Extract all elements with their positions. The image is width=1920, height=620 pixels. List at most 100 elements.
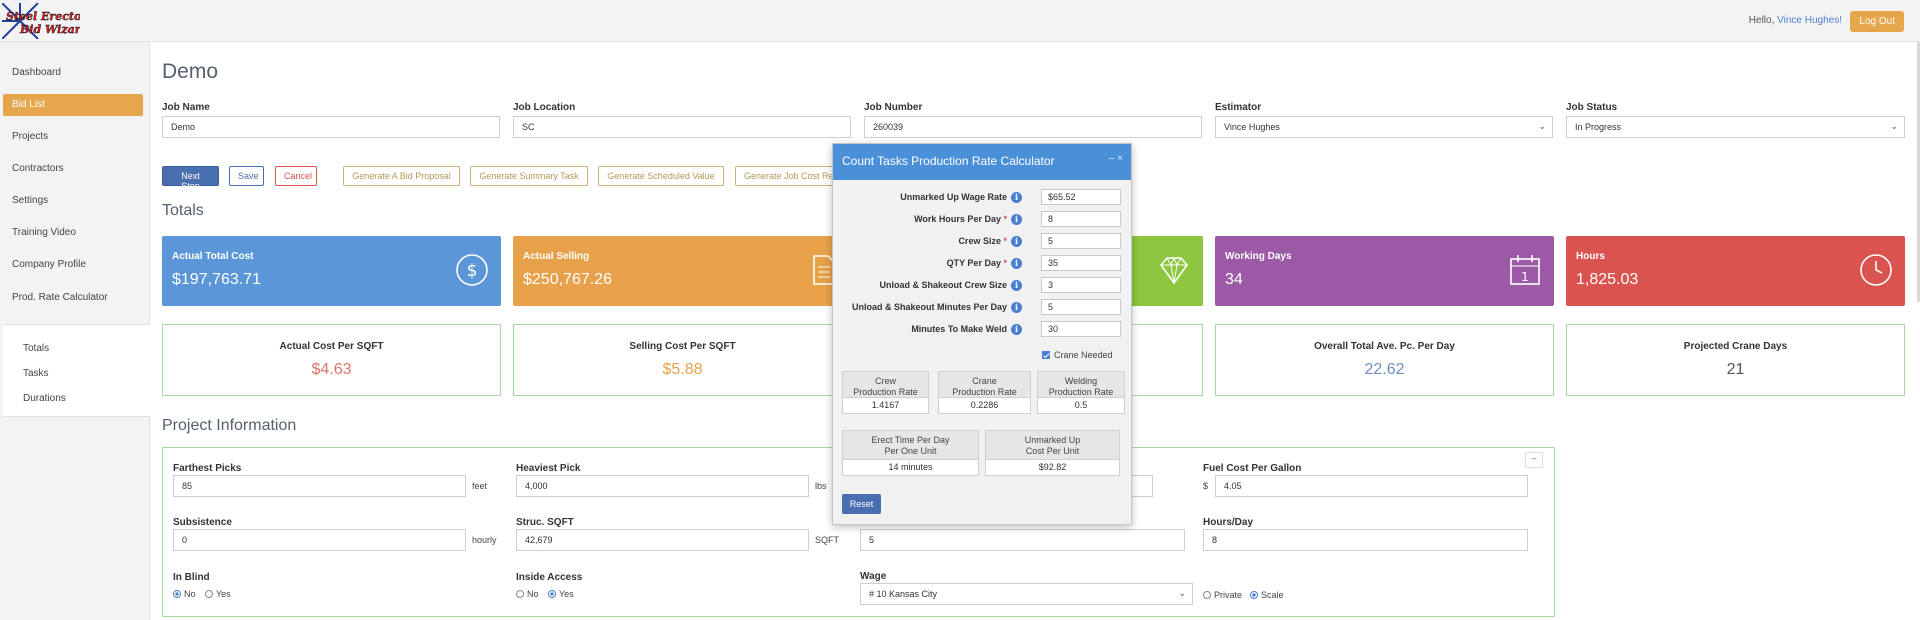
info-icon[interactable]: i xyxy=(1011,236,1022,247)
generate-job-cost-report-button[interactable]: Generate Job Cost Re xyxy=(735,166,845,186)
farthest-picks-label: Farthest Picks xyxy=(173,463,242,474)
wage-rate-input[interactable]: $65.52 xyxy=(1041,189,1121,205)
sidebar-item-training-video[interactable]: Training Video xyxy=(3,222,143,244)
subnav-item-tasks[interactable]: Tasks xyxy=(23,368,49,379)
subsistence-input[interactable]: 0 xyxy=(173,529,466,551)
stat-actual-cost-per-sqft: Actual Cost Per SQFT $4.63 xyxy=(162,324,501,396)
struc-sqft-input[interactable]: 42,679 xyxy=(516,529,809,551)
radio-dot xyxy=(1203,591,1211,599)
stat-title: Actual Cost Per SQFT xyxy=(279,341,384,352)
stat-overall-ave-pc-per-day: Overall Total Ave. Pc. Per Day 22.62 xyxy=(1215,324,1554,396)
sidebar-item-contractors[interactable]: Contractors xyxy=(3,158,143,180)
svg-text:$: $ xyxy=(467,261,478,281)
job-number-input[interactable]: 260039 xyxy=(864,116,1202,138)
subnav-item-totals[interactable]: Totals xyxy=(23,343,49,354)
project-information-heading: Project Information xyxy=(162,417,297,434)
subsistence-unit: hourly xyxy=(472,535,497,545)
heaviest-pick-input[interactable]: 4,000 xyxy=(516,475,809,497)
result-title-line1: Erect Time Per Day xyxy=(871,435,950,445)
in-blind-yes-radio[interactable]: Yes xyxy=(205,589,231,599)
company-logo[interactable]: Steel Erectors Bid Wizard xyxy=(1,2,94,40)
reset-button[interactable]: Reset xyxy=(842,494,881,514)
wage-value: # 10 Kansas City xyxy=(869,589,938,599)
calc-row-unload-crew: Unload & Shakeout Crew Size i 3 xyxy=(833,277,1131,297)
calc-row-qty-per-day: QTY Per Day * i 35 xyxy=(833,255,1131,275)
sidebar-item-settings[interactable]: Settings xyxy=(3,190,143,212)
radio-label: No xyxy=(527,589,539,599)
card-title: Working Days xyxy=(1225,251,1292,262)
sidebar-item-projects[interactable]: Projects xyxy=(3,126,143,148)
generate-scheduled-value-button[interactable]: Generate Scheduled Value xyxy=(598,166,724,186)
estimator-select[interactable]: Vince Hughes ⌄ xyxy=(1215,116,1553,138)
info-icon[interactable]: i xyxy=(1011,258,1022,269)
required-marker: * xyxy=(1003,236,1007,246)
job-location-label: Job Location xyxy=(513,102,576,113)
logout-button[interactable]: Log Out xyxy=(1850,11,1904,32)
radio-label: Yes xyxy=(559,589,574,599)
job-status-select[interactable]: In Progress ⌄ xyxy=(1566,116,1905,138)
result-title: Erect Time Per Day Per One Unit xyxy=(843,435,978,457)
dialog-header[interactable]: Count Tasks Production Rate Calculator –… xyxy=(833,144,1131,180)
result-unmarked-cost-per-unit: Unmarked Up Cost Per Unit $92.82 xyxy=(985,430,1120,476)
field-label: Unmarked Up Wage Rate xyxy=(900,192,1007,202)
calc-row-wage-rate: Unmarked Up Wage Rate i $65.52 xyxy=(833,189,1131,209)
result-title-line1: Welding xyxy=(1064,376,1098,386)
radio-label: Private xyxy=(1214,590,1243,600)
sidebar: Dashboard Bid List Projects Contractors … xyxy=(0,42,150,620)
heaviest-pick-label: Heaviest Pick xyxy=(516,463,581,474)
unload-minutes-input[interactable]: 5 xyxy=(1041,299,1121,315)
card-value: $197,763.71 xyxy=(172,271,261,288)
fuel-cost-input[interactable]: 4.05 xyxy=(1215,475,1528,497)
job-number-label: Job Number xyxy=(864,102,923,113)
info-icon[interactable]: i xyxy=(1011,214,1022,225)
third-field-input[interactable]: 5 xyxy=(860,529,1185,551)
field-label: QTY Per Day * xyxy=(947,258,1007,268)
card-actual-total-cost: Actual Total Cost $197,763.71 $ xyxy=(162,236,501,306)
work-hours-input[interactable]: 8 xyxy=(1041,211,1121,227)
result-title-line2: Production Rate xyxy=(1048,387,1114,397)
in-blind-no-radio[interactable]: No xyxy=(173,589,196,599)
weld-minutes-input[interactable]: 30 xyxy=(1041,321,1121,337)
collapse-button[interactable]: – xyxy=(1525,452,1543,468)
sidebar-item-company-profile[interactable]: Company Profile xyxy=(3,254,143,276)
result-title-line2: Cost Per Unit xyxy=(1025,446,1080,456)
job-location-input[interactable]: SC xyxy=(513,116,851,138)
info-icon[interactable]: i xyxy=(1011,324,1022,335)
user-name-link[interactable]: Vince Hughes! xyxy=(1777,15,1842,26)
generate-summary-task-button[interactable]: Generate Summary Task xyxy=(470,166,588,186)
sidebar-item-dashboard[interactable]: Dashboard xyxy=(3,62,143,84)
greeting-prefix: Hello, xyxy=(1748,15,1778,26)
crane-needed-checkbox[interactable]: Crane Needed xyxy=(1042,350,1113,360)
job-name-input[interactable]: Demo xyxy=(162,116,500,138)
dialog-window-controls[interactable]: – × xyxy=(1109,153,1123,164)
cancel-button[interactable]: Cancel xyxy=(275,166,317,186)
hours-day-input[interactable]: 8 xyxy=(1203,529,1528,551)
save-button[interactable]: Save xyxy=(229,166,264,186)
inside-access-no-radio[interactable]: No xyxy=(516,589,539,599)
result-title-line2: Production Rate xyxy=(952,387,1017,397)
inside-access-yes-radio[interactable]: Yes xyxy=(548,589,574,599)
sidebar-item-bid-list[interactable]: Bid List xyxy=(3,94,143,116)
info-icon[interactable]: i xyxy=(1011,192,1022,203)
crew-size-input[interactable]: 5 xyxy=(1041,233,1121,249)
info-icon[interactable]: i xyxy=(1011,302,1022,313)
field-label: Minutes To Make Weld xyxy=(911,324,1007,334)
stat-selling-cost-per-sqft: Selling Cost Per SQFT $5.88 xyxy=(513,324,852,396)
sidebar-item-prod-rate-calculator[interactable]: Prod. Rate Calculator xyxy=(3,287,143,309)
qty-per-day-input[interactable]: 35 xyxy=(1041,255,1121,271)
info-icon[interactable]: i xyxy=(1011,280,1022,291)
generate-bid-proposal-button[interactable]: Generate A Bid Proposal xyxy=(343,166,460,186)
wage-scale-radio[interactable]: Scale xyxy=(1250,590,1284,600)
stat-projected-crane-days: Projected Crane Days 21 xyxy=(1566,324,1905,396)
wage-select[interactable]: # 10 Kansas City ⌄ xyxy=(860,583,1193,605)
result-title: Crane Production Rate xyxy=(939,376,1030,398)
next-step-button[interactable]: Next Step xyxy=(162,166,219,191)
clock-icon xyxy=(1860,254,1892,286)
radio-dot xyxy=(205,590,213,598)
unload-crew-size-input[interactable]: 3 xyxy=(1041,277,1121,293)
chevron-down-icon: ⌄ xyxy=(1178,588,1186,598)
farthest-picks-input[interactable]: 85 xyxy=(173,475,466,497)
card-title: Actual Selling xyxy=(523,251,590,262)
subnav-item-durations[interactable]: Durations xyxy=(23,393,66,404)
wage-private-radio[interactable]: Private xyxy=(1203,590,1242,600)
